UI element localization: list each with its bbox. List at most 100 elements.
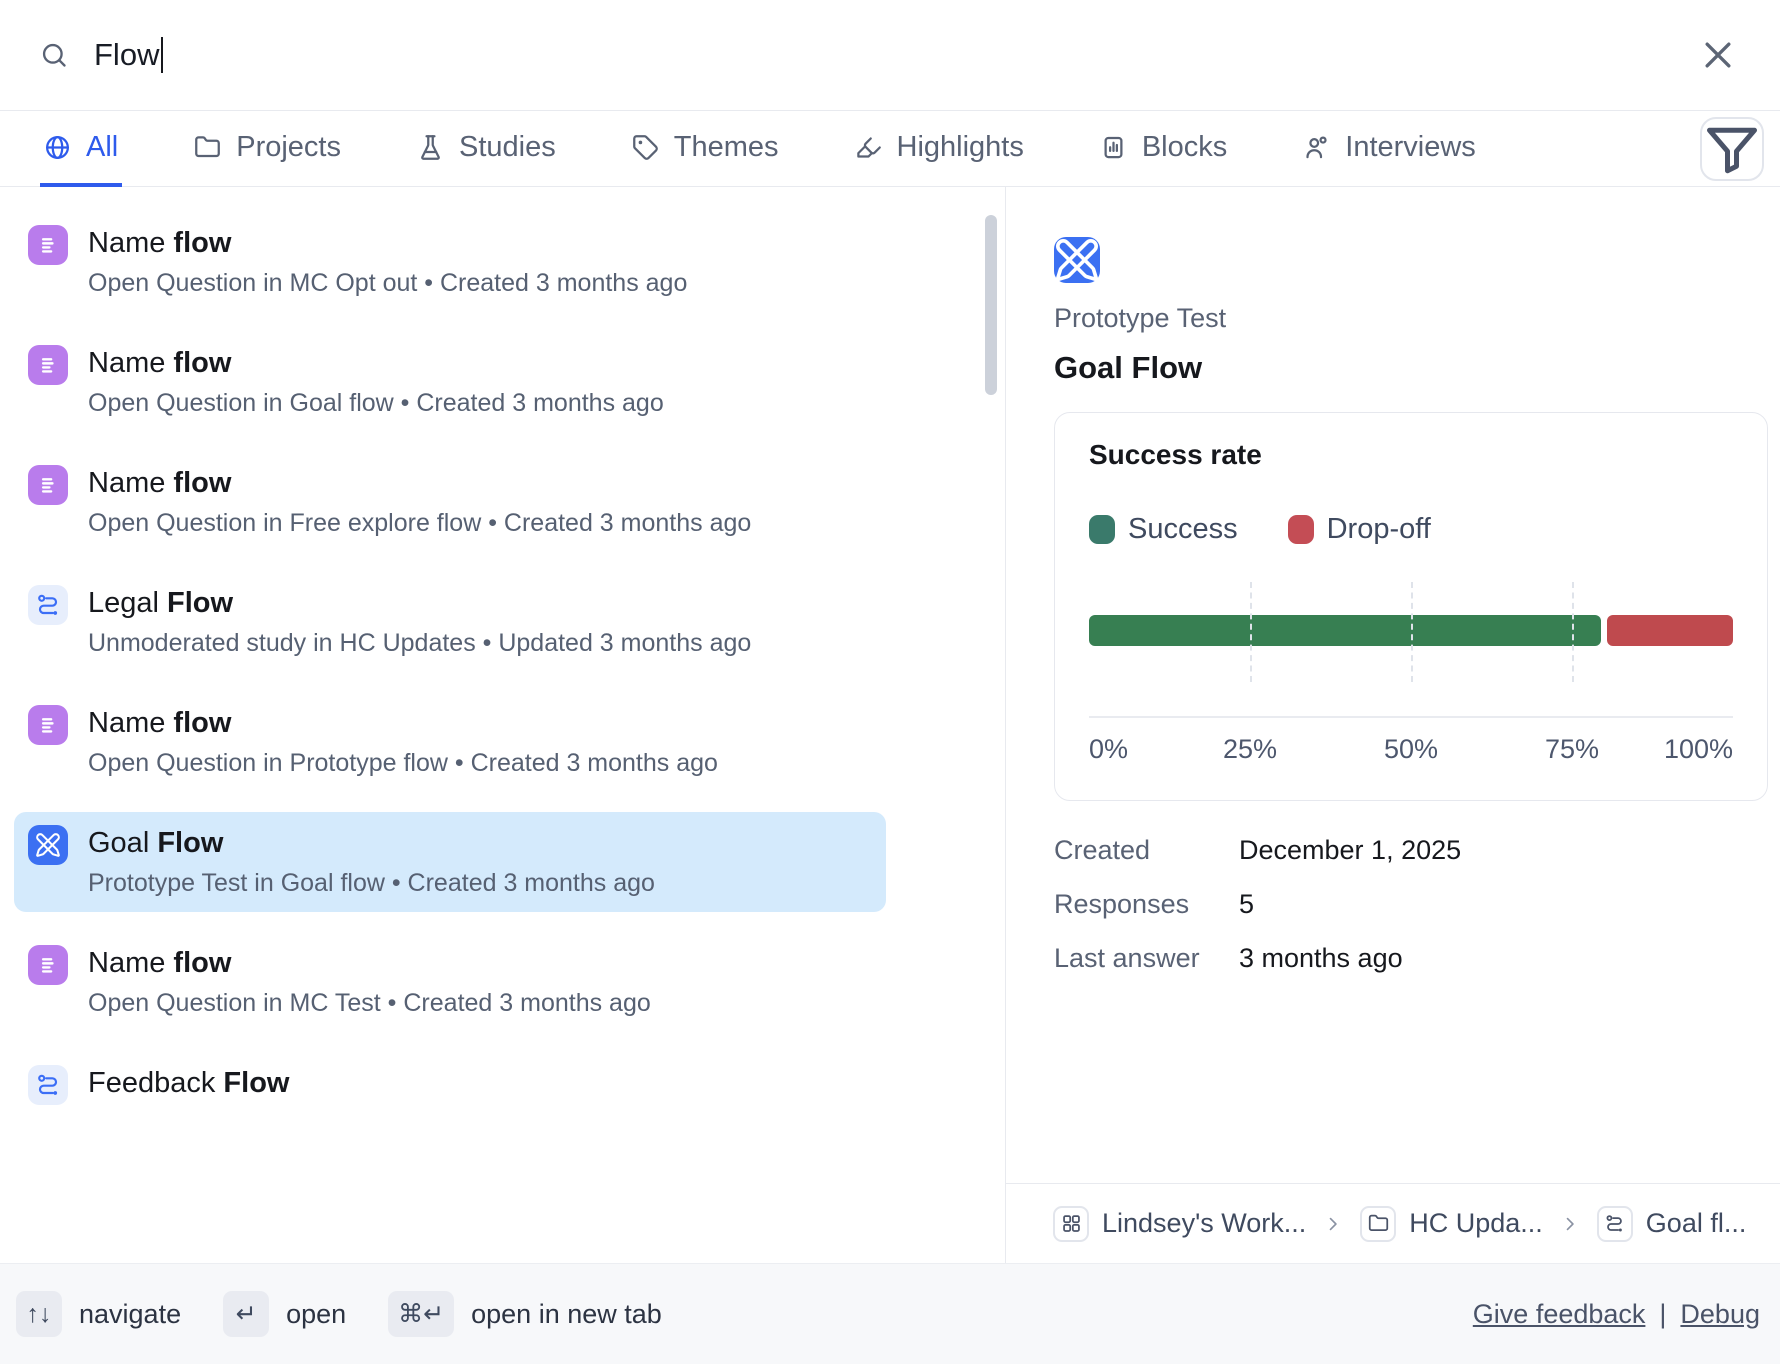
preview-title: Goal Flow <box>1054 350 1768 386</box>
legend-label: Drop-off <box>1327 513 1431 546</box>
close-icon <box>1698 35 1738 75</box>
meta-row: CreatedDecember 1, 2025 <box>1054 835 1768 866</box>
tab-projects[interactable]: Projects <box>190 112 345 187</box>
pencil-cross-icon <box>28 825 68 865</box>
x-tick: 75% <box>1545 734 1599 765</box>
flask-icon <box>417 134 444 161</box>
chart-title: Success rate <box>1089 439 1733 471</box>
legend-swatch <box>1288 515 1314 544</box>
result-subtitle: Open Question in Prototype flow • Create… <box>88 749 718 778</box>
x-tick: 100% <box>1664 734 1733 765</box>
keyboard-hint: ↑↓ navigate <box>16 1291 181 1337</box>
chart-legend: SuccessDrop-off <box>1089 513 1733 546</box>
result-row[interactable]: Name flow Open Question in Free explore f… <box>14 452 886 552</box>
result-row[interactable]: Name flow Open Question in Goal flow • Cr… <box>14 332 886 432</box>
tab-interviews[interactable]: Interviews <box>1299 112 1480 187</box>
keyboard-hints: ↑↓ navigate ↵open ⌘↵open in new tab <box>16 1291 662 1337</box>
result-texts: Name flow Open Question in Free explore f… <box>88 465 751 538</box>
tab-all[interactable]: All <box>40 112 122 187</box>
search-query-text: Flow <box>94 37 159 73</box>
keyboard-hint: ↵open <box>223 1291 346 1337</box>
result-texts: Name flowOpen Question in MC Opt out • C… <box>88 225 687 298</box>
tab-label: All <box>86 131 118 164</box>
meta-list: CreatedDecember 1, 2025 Responses5 Last an… <box>1054 835 1768 974</box>
tab-studies[interactable]: Studies <box>413 112 560 187</box>
breadcrumb: Lindsey's Work... HC Upda... Goal fl... <box>1006 1183 1780 1263</box>
route-icon <box>28 1065 68 1105</box>
x-axis-line <box>1089 716 1733 718</box>
close-button[interactable] <box>1698 35 1738 75</box>
folder-icon <box>194 134 221 161</box>
meta-value: December 1, 2025 <box>1239 835 1461 866</box>
search-input[interactable]: Flow <box>94 37 163 73</box>
result-row[interactable]: Name flowOpen Question in MC Opt out • C… <box>14 212 886 312</box>
filter-funnel-icon <box>1702 119 1762 179</box>
result-title: Name flow <box>88 947 651 980</box>
result-title: Name flow <box>88 467 751 500</box>
result-row[interactable]: Name flowOpen Question in MC Test • Crea… <box>14 932 886 1032</box>
meta-label: Created <box>1054 835 1239 866</box>
tab-blocks[interactable]: Blocks <box>1096 112 1231 187</box>
breadcrumb-label: Lindsey's Work... <box>1102 1208 1306 1239</box>
give-feedback-link[interactable]: Give feedback <box>1473 1299 1646 1330</box>
route-icon <box>1597 1206 1633 1242</box>
breadcrumb-item[interactable]: Goal fl... <box>1597 1206 1747 1242</box>
breadcrumb-item[interactable]: HC Upda... <box>1360 1206 1543 1242</box>
doc-lines-icon <box>28 705 68 745</box>
meta-value: 5 <box>1239 889 1254 920</box>
result-texts: Legal FlowUnmoderated study in HC Update… <box>88 585 751 658</box>
footer-bar: ↑↓ navigate ↵open ⌘↵open in new tab Give fe… <box>0 1263 1780 1364</box>
main-split: Name flowOpen Question in MC Opt out • C… <box>0 187 1780 1263</box>
tabs-bar: All Projects Studies Themes Highlights Blocks… <box>0 112 1780 187</box>
result-texts: Feedback Flow <box>88 1065 289 1100</box>
x-axis-ticks: 0%25%50%75%100% <box>1089 734 1733 770</box>
result-subtitle: Open Question in Free explore flow • Cre… <box>88 509 751 538</box>
doc-lines-icon <box>28 945 68 985</box>
debug-link[interactable]: Debug <box>1680 1299 1760 1330</box>
tab-label: Interviews <box>1345 131 1476 164</box>
bar-segment-drop-off <box>1607 615 1733 646</box>
tag-icon <box>632 134 659 161</box>
highlighter-icon <box>855 134 882 161</box>
preview-type-label: Prototype Test <box>1054 303 1768 334</box>
filter-button[interactable] <box>1700 117 1764 181</box>
hint-label: navigate <box>79 1299 181 1330</box>
breadcrumb-item[interactable]: Lindsey's Work... <box>1053 1206 1306 1242</box>
search-icon <box>40 41 68 69</box>
result-texts: Goal FlowPrototype Test in Goal flow • C… <box>88 825 655 898</box>
tab-themes[interactable]: Themes <box>628 112 783 187</box>
x-tick: 50% <box>1384 734 1438 765</box>
footer-links: Give feedback | Debug <box>1473 1299 1764 1330</box>
tab-label: Highlights <box>897 131 1024 164</box>
result-subtitle: Open Question in Goal flow • Created 3 m… <box>88 389 664 418</box>
pencil-cross-icon <box>1054 237 1100 283</box>
meta-label: Last answer <box>1054 943 1239 974</box>
results-scrollbar[interactable] <box>985 215 997 395</box>
blocks-icon <box>1100 134 1127 161</box>
result-row-selected[interactable]: Goal FlowPrototype Test in Goal flow • C… <box>14 812 886 912</box>
result-row[interactable]: Legal FlowUnmoderated study in HC Update… <box>14 572 886 672</box>
result-row[interactable]: Name flow Open Question in Prototype flow… <box>14 692 886 792</box>
route-icon <box>28 585 68 625</box>
tab-highlights[interactable]: Highlights <box>851 112 1028 187</box>
key-badge: ↑↓ <box>16 1291 62 1337</box>
doc-lines-icon <box>28 465 68 505</box>
result-texts: Name flow Open Question in Prototype flow… <box>88 705 718 778</box>
result-title: Name flow <box>88 707 718 740</box>
tab-label: Themes <box>674 131 779 164</box>
result-title: Name flow <box>88 347 664 380</box>
search-bar: Flow <box>0 0 1780 111</box>
search-overlay: Flow All Projects Studies Themes Highlights B… <box>0 0 1780 1364</box>
meta-row: Responses5 <box>1054 889 1768 920</box>
meta-row: Last answer3 months ago <box>1054 943 1768 974</box>
result-title: Goal Flow <box>88 827 655 860</box>
legend-swatch <box>1089 515 1115 544</box>
results-list: Name flowOpen Question in MC Opt out • C… <box>0 187 1006 1263</box>
result-texts: Name flow Open Question in Goal flow • Cr… <box>88 345 664 418</box>
result-row[interactable]: Feedback Flow <box>14 1052 886 1152</box>
result-subtitle: Unmoderated study in HC Updates • Update… <box>88 629 751 658</box>
keyboard-hint: ⌘↵open in new tab <box>388 1291 662 1337</box>
bar-segment-success <box>1089 615 1601 646</box>
result-title: Feedback Flow <box>88 1067 289 1100</box>
gridline-50 <box>1411 582 1413 682</box>
